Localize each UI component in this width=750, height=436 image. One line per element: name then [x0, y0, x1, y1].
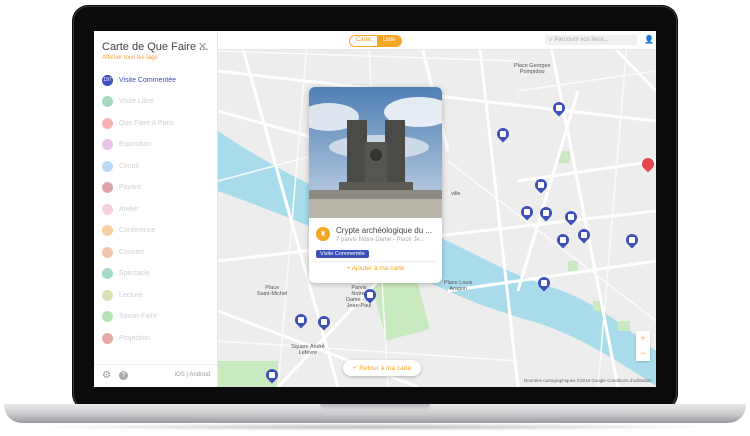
category-label: Exposition [119, 141, 152, 148]
search-placeholder: Parcourir vos lieux... [554, 37, 609, 43]
gear-icon[interactable]: ⚙ [102, 370, 111, 381]
category-label: Atelier [119, 205, 139, 213]
map-label-saint-michel: Place Saint-Michel [257, 285, 288, 297]
add-to-map-label: Ajouter à ma carte [351, 265, 405, 272]
sidebar: Carte de Que Faire ... ✕ Afficher tous l… [94, 31, 218, 387]
screen: Place Georges Pompidou ville Place Louis A… [94, 31, 656, 387]
add-to-map-button[interactable]: + Ajouter à ma carte [309, 265, 442, 272]
sidebar-category-item[interactable]: Projection [102, 332, 150, 344]
place-title[interactable]: Crypte archéologique du ... [336, 226, 432, 235]
sidebar-category-item[interactable]: Que Faire A Paris [102, 117, 174, 129]
help-icon[interactable]: ? [119, 371, 128, 380]
sidebar-footer: ⚙ ? iOS | Android [94, 364, 217, 387]
zoom-control: + − [636, 331, 650, 361]
category-color-dot [102, 139, 113, 150]
sidebar-category-item[interactable]: Atelier [102, 203, 139, 215]
laptop-notch [320, 404, 430, 410]
map-label-pompidou: Place Georges Pompidou [514, 63, 551, 75]
tab-map[interactable]: Carte [350, 36, 377, 46]
category-color-dot [102, 96, 113, 107]
search-icon: ⌕ [549, 36, 553, 43]
sidebar-title: Carte de Que Faire ... [102, 41, 209, 53]
back-icon: ⤶ [352, 364, 357, 371]
zoom-in-button[interactable]: + [636, 331, 650, 346]
category-label: Savoir-Faire [119, 313, 158, 320]
category-color-dot [102, 182, 113, 193]
sidebar-category-item[interactable]: Conférence [102, 225, 155, 237]
category-color-dot [102, 160, 113, 172]
map-label-louis-aragon: Place Louis Aragon [444, 280, 473, 292]
tab-list[interactable]: Liste [376, 36, 402, 46]
back-to-my-map-label: Retour à ma carte [359, 364, 412, 372]
category-color-dot [102, 268, 113, 279]
category-label: Visite Commentée [119, 76, 177, 84]
category-label: Concert [119, 248, 144, 256]
category-color-dot [102, 332, 113, 344]
zoom-out-button[interactable]: − [636, 346, 650, 361]
category-color-dot [102, 225, 113, 236]
close-icon[interactable]: ✕ [198, 40, 207, 53]
category-label: Circuit [119, 162, 139, 170]
category-label: Payant [119, 184, 141, 191]
place-category-icon: ♜ [316, 227, 330, 241]
sidebar-category-item[interactable]: Spectacle [102, 268, 150, 280]
sidebar-category-item[interactable]: Lecture [102, 289, 142, 301]
category-color-dot [102, 246, 113, 258]
place-address: 7 parvis Notre-Dame - Place Je... [336, 237, 425, 243]
place-tag-badge: Visite Commentée [316, 250, 369, 258]
sidebar-category-item[interactable]: Savoir-Faire [102, 311, 157, 323]
android-link[interactable]: Android [189, 372, 210, 378]
sidebar-category-item[interactable]: 197 Visite Commentée [102, 74, 176, 86]
sidebar-category-item[interactable]: Visite Libre [102, 96, 154, 108]
sidebar-category-item[interactable]: Concert [102, 246, 144, 258]
category-label: Visite Libre [119, 98, 154, 105]
category-label: Lecture [119, 291, 143, 299]
laptop-shadow [30, 423, 720, 431]
show-all-tags-link[interactable]: Afficher tous les tags [102, 55, 158, 61]
category-color-dot [102, 311, 113, 322]
user-add-icon[interactable]: 👤 [644, 35, 654, 44]
map-label-lefevre: Square André Lefevre [291, 344, 325, 356]
view-toggle: Carte Liste [349, 35, 403, 47]
sidebar-category-item[interactable]: Exposition [102, 139, 151, 151]
map-label-ville: ville [451, 191, 461, 197]
category-label: Spectacle [119, 270, 150, 277]
place-popup[interactable]: ♜ Crypte archéologique du ... 7 parvis N… [309, 87, 442, 283]
category-label: Conférence [119, 227, 156, 234]
sidebar-category-item[interactable]: Payant [102, 182, 141, 194]
store-links: iOS | Android [175, 372, 210, 378]
category-label: Que Faire A Paris [119, 119, 174, 127]
map-copyright: Données cartographiques ©2016 Google Con… [524, 378, 652, 383]
store-separator: | [186, 372, 188, 378]
category-color-dot [102, 289, 113, 301]
back-to-my-map-button[interactable]: ⤶ Retour à ma carte [343, 360, 421, 376]
ios-link[interactable]: iOS [175, 372, 185, 378]
search-input[interactable]: ⌕ Parcourir vos lieux... [545, 35, 637, 45]
map-topbar: Carte Liste ⌕ Parcourir vos lieux... 👤 [218, 31, 656, 50]
divider [315, 261, 436, 262]
category-color-dot [102, 203, 113, 215]
category-color-dot [102, 117, 113, 129]
place-photo [309, 87, 442, 218]
category-label: Projection [119, 334, 151, 342]
sidebar-category-item[interactable]: Circuit [102, 160, 139, 172]
category-color-dot: 197 [102, 74, 113, 86]
